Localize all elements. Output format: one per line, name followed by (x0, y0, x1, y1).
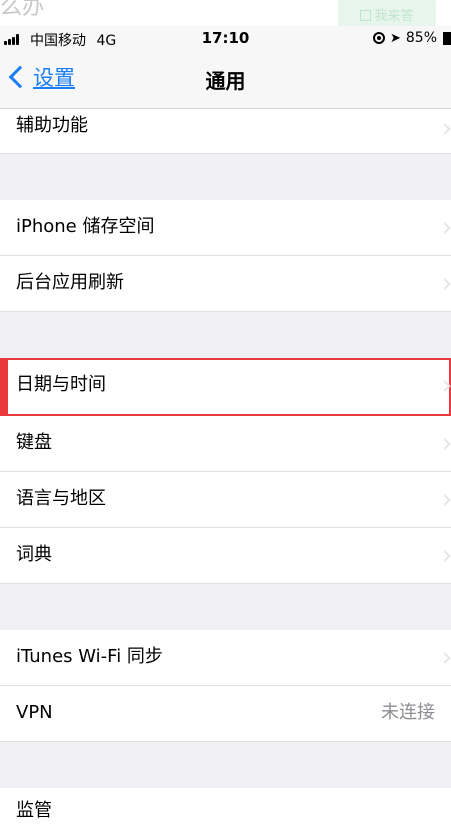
answer-button[interactable]: 我来答 (338, 0, 436, 27)
chevron-right-icon (439, 438, 451, 450)
row-keyboard[interactable]: 键盘 (0, 416, 451, 472)
row-iphone-storage[interactable]: iPhone 储存空间 (0, 200, 451, 256)
navigation-bar: 设置 通用 (0, 52, 451, 109)
row-label: iPhone 储存空间 (16, 216, 155, 237)
row-label: VPN (16, 702, 53, 723)
page-title: 通用 (205, 69, 246, 93)
row-accessibility[interactable]: 辅助功能 (0, 109, 451, 154)
row-regulatory[interactable]: 监管 (0, 788, 451, 828)
chevron-right-icon (439, 652, 451, 664)
vpn-status-value: 未连接 (381, 702, 435, 723)
battery-percent: 85% (405, 30, 437, 46)
section-gap (0, 584, 451, 630)
status-bar: 中国移动 4G 17:10 ➤ 85% (0, 26, 451, 52)
row-label: iTunes Wi-Fi 同步 (16, 646, 163, 667)
row-language-region[interactable]: 语言与地区 (0, 472, 451, 528)
row-label: 辅助功能 (16, 115, 88, 136)
status-indicators: ➤ 85% (372, 30, 451, 46)
chevron-right-icon (439, 494, 451, 506)
chevron-right-icon (439, 222, 451, 234)
row-itunes-wifi-sync[interactable]: iTunes Wi-Fi 同步 (0, 630, 451, 686)
chevron-right-icon (439, 278, 451, 290)
edit-icon (360, 10, 372, 21)
row-date-time[interactable]: 日期与时间 (0, 358, 451, 416)
row-dictionary[interactable]: 词典 (0, 528, 451, 584)
rotation-lock-icon (372, 32, 385, 44)
battery-icon (443, 31, 451, 45)
row-label: 语言与地区 (16, 488, 106, 509)
answer-button-label: 我来答 (374, 9, 414, 24)
section-gap (0, 312, 451, 358)
chevron-right-icon (439, 123, 451, 135)
row-label: 键盘 (16, 432, 52, 453)
row-label: 监管 (16, 800, 52, 821)
section-gap (0, 154, 451, 200)
question-text-fragment: 么办 (0, 0, 45, 20)
row-label: 日期与时间 (16, 374, 106, 395)
section-gap (0, 742, 451, 788)
row-label: 词典 (16, 544, 52, 565)
chevron-right-icon (439, 550, 451, 562)
row-vpn[interactable]: VPN 未连接 (0, 686, 451, 742)
row-label: 后台应用刷新 (16, 272, 124, 293)
settings-list: 辅助功能 iPhone 储存空间 后台应用刷新 日期与时间 键盘 语言与地区 词… (0, 109, 451, 828)
row-background-app-refresh[interactable]: 后台应用刷新 (0, 256, 451, 312)
location-arrow-icon: ➤ (389, 30, 401, 46)
chevron-right-icon (439, 380, 451, 392)
